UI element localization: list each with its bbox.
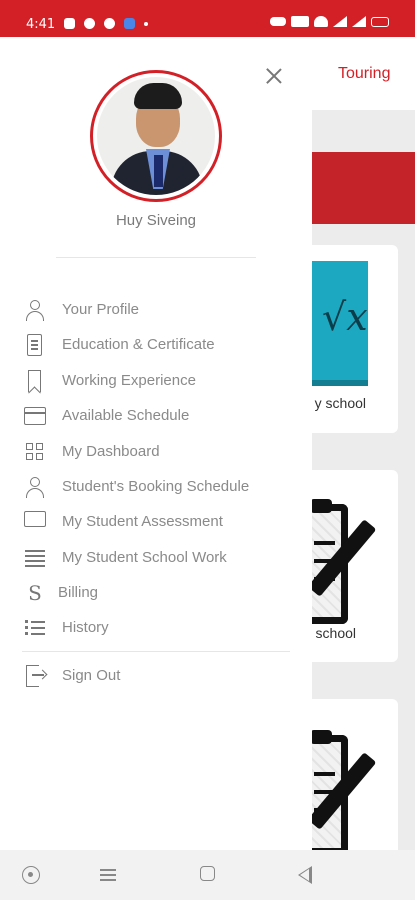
person-icon	[24, 476, 46, 498]
menu-item-working-experience[interactable]: Working Experience	[0, 364, 312, 396]
status-icons	[270, 16, 389, 27]
menu-icon[interactable]	[100, 866, 118, 884]
divider	[56, 257, 256, 258]
menu-item-label: Student's Booking Schedule	[62, 478, 250, 495]
menu-item-label: Billing	[58, 584, 99, 601]
signal-icon	[352, 16, 366, 27]
menu-item-my-student-school-work[interactable]: My Student School Work	[0, 541, 312, 573]
course-card-label: y school	[314, 395, 366, 411]
lines-icon	[24, 547, 46, 569]
battery-icon	[371, 16, 389, 27]
math-symbol-icon: √x	[322, 295, 368, 339]
course-card-label: school	[315, 625, 356, 641]
menu-item-education-certificate[interactable]: Education & Certificate	[0, 328, 312, 360]
person-icon	[24, 299, 46, 321]
course-card[interactable]: √x y school	[312, 245, 398, 433]
sign-out-label: Sign Out	[62, 667, 121, 684]
logout-icon	[26, 665, 44, 687]
menu-item-available-schedule[interactable]: Available Schedule	[0, 399, 312, 431]
divider	[22, 651, 290, 652]
profile-photo	[97, 77, 215, 195]
menu-item-label: Education & Certificate	[62, 336, 215, 353]
calendar-icon	[24, 407, 46, 425]
app-header: Touring	[312, 37, 415, 110]
document-icon	[27, 334, 42, 356]
menu-item-history[interactable]: History	[0, 611, 312, 643]
math-book-image: √x	[312, 261, 368, 386]
menu-item-label: My Dashboard	[62, 443, 160, 460]
status-time: 4:41	[26, 17, 56, 32]
vibrate-icon	[270, 17, 286, 26]
home-circle-icon[interactable]	[22, 866, 40, 884]
menu-item-label: Your Profile	[62, 301, 139, 318]
dot-icon	[144, 22, 148, 26]
menu-item-my-dashboard[interactable]: My Dashboard	[0, 435, 312, 467]
status-bar: 4:41	[0, 0, 415, 37]
menu-item-billing[interactable]: S Billing	[0, 576, 312, 608]
menu-item-your-profile[interactable]: Your Profile	[0, 293, 312, 325]
system-nav-bar	[0, 850, 415, 900]
menu-item-label: History	[62, 619, 109, 636]
menu-item-label: My Student Assessment	[62, 513, 223, 530]
menu-item-label: Working Experience	[62, 372, 196, 389]
avatar[interactable]	[90, 70, 222, 202]
wifi-icon	[314, 16, 328, 27]
menu-item-label: My Student School Work	[62, 549, 227, 566]
close-icon[interactable]	[262, 64, 286, 88]
app-icon	[124, 18, 135, 29]
menu-item-students-booking-schedule[interactable]: Student's Booking Schedule	[0, 470, 312, 502]
youtube-icon	[64, 18, 75, 29]
menu-item-label: Available Schedule	[62, 407, 190, 424]
background-app: Touring √x y school school	[312, 37, 415, 850]
user-name: Huy Siveing	[115, 212, 197, 229]
list-icon	[24, 617, 46, 639]
navigation-drawer: Huy Siveing Your Profile Education & Cer…	[0, 37, 312, 850]
sign-out-button[interactable]: Sign Out	[0, 659, 312, 691]
menu-item-my-student-assessment[interactable]: My Student Assessment	[0, 505, 312, 537]
app-header-title: Touring	[338, 65, 391, 82]
chat-icon	[24, 511, 46, 527]
data-speed-icon	[291, 16, 309, 27]
messenger-icon	[84, 18, 95, 29]
back-triangle-icon[interactable]	[298, 866, 312, 884]
grid-icon	[24, 441, 46, 463]
course-card[interactable]: school	[312, 470, 398, 662]
bookmark-icon	[28, 370, 41, 392]
currency-icon: S	[28, 581, 42, 605]
recents-square-icon[interactable]	[200, 866, 215, 881]
signal-icon	[333, 16, 347, 27]
telegram-icon	[104, 18, 115, 29]
course-card[interactable]	[312, 699, 398, 850]
header-banner	[312, 152, 415, 224]
